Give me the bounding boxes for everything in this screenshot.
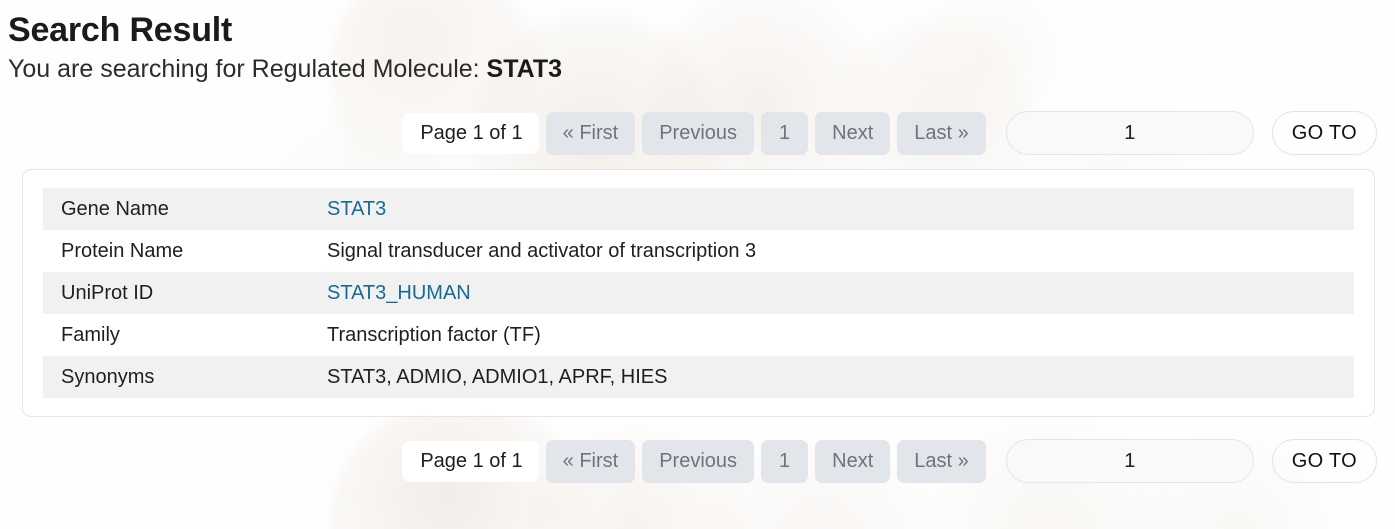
previous-page-button-bottom[interactable]: Previous bbox=[642, 439, 755, 483]
page-indicator-bottom: Page 1 of 1 bbox=[402, 440, 539, 482]
goto-page-input-top[interactable] bbox=[1005, 111, 1254, 156]
row-label-uniprot-id: UniProt ID bbox=[43, 272, 309, 315]
page-root: Search Result You are searching for Regu… bbox=[0, 0, 1395, 529]
row-label-gene-name: Gene Name bbox=[43, 188, 309, 231]
subtitle-prefix: You are searching for Regulated Molecule… bbox=[8, 55, 487, 84]
last-page-button-top[interactable]: Last » bbox=[897, 111, 986, 155]
uniprot-id-link[interactable]: STAT3_HUMAN bbox=[327, 282, 471, 304]
goto-page-button-top[interactable]: GO TO bbox=[1271, 111, 1377, 156]
result-table: Gene Name STAT3 Protein Name Signal tran… bbox=[43, 188, 1354, 399]
table-row: Gene Name STAT3 bbox=[43, 188, 1354, 231]
row-value-gene-name: STAT3 bbox=[309, 188, 1354, 231]
table-row: Synonyms STAT3, ADMIO, ADMIO1, APRF, HIE… bbox=[43, 356, 1354, 399]
first-page-button-bottom[interactable]: « First bbox=[545, 439, 636, 483]
row-value-family: Transcription factor (TF) bbox=[309, 314, 1354, 357]
row-value-uniprot-id: STAT3_HUMAN bbox=[309, 272, 1354, 315]
table-row: Protein Name Signal transducer and activ… bbox=[43, 230, 1354, 273]
first-page-button-top[interactable]: « First bbox=[545, 111, 636, 155]
row-label-synonyms: Synonyms bbox=[43, 356, 309, 399]
next-page-button-bottom[interactable]: Next bbox=[815, 439, 891, 483]
table-row: UniProt ID STAT3_HUMAN bbox=[43, 272, 1354, 315]
last-page-button-bottom[interactable]: Last » bbox=[897, 439, 986, 483]
goto-page-button-bottom[interactable]: GO TO bbox=[1271, 439, 1377, 484]
row-value-synonyms: STAT3, ADMIO, ADMIO1, APRF, HIES bbox=[309, 356, 1354, 399]
pagination-bottom: Page 1 of 1 « First Previous 1 Next Last… bbox=[0, 439, 1395, 484]
table-row: Family Transcription factor (TF) bbox=[43, 314, 1354, 357]
goto-page-input-bottom[interactable] bbox=[1005, 439, 1254, 484]
page-header: Search Result You are searching for Regu… bbox=[0, 0, 1395, 85]
page-number-button-1-top[interactable]: 1 bbox=[761, 111, 809, 155]
page-title: Search Result bbox=[8, 11, 233, 49]
gene-name-link[interactable]: STAT3 bbox=[327, 198, 386, 220]
result-table-body: Gene Name STAT3 Protein Name Signal tran… bbox=[43, 188, 1354, 399]
previous-page-button-top[interactable]: Previous bbox=[642, 111, 755, 155]
searched-molecule-name: STAT3 bbox=[486, 55, 563, 84]
search-subtitle: You are searching for Regulated Molecule… bbox=[8, 54, 1395, 85]
next-page-button-top[interactable]: Next bbox=[815, 111, 891, 155]
page-number-button-1-bottom[interactable]: 1 bbox=[761, 439, 809, 483]
row-label-protein-name: Protein Name bbox=[43, 230, 309, 273]
pagination-top: Page 1 of 1 « First Previous 1 Next Last… bbox=[0, 111, 1395, 156]
row-value-protein-name: Signal transducer and activator of trans… bbox=[309, 230, 1354, 273]
result-card: Gene Name STAT3 Protein Name Signal tran… bbox=[22, 169, 1375, 418]
page-indicator-top: Page 1 of 1 bbox=[402, 112, 539, 154]
row-label-family: Family bbox=[43, 314, 309, 357]
